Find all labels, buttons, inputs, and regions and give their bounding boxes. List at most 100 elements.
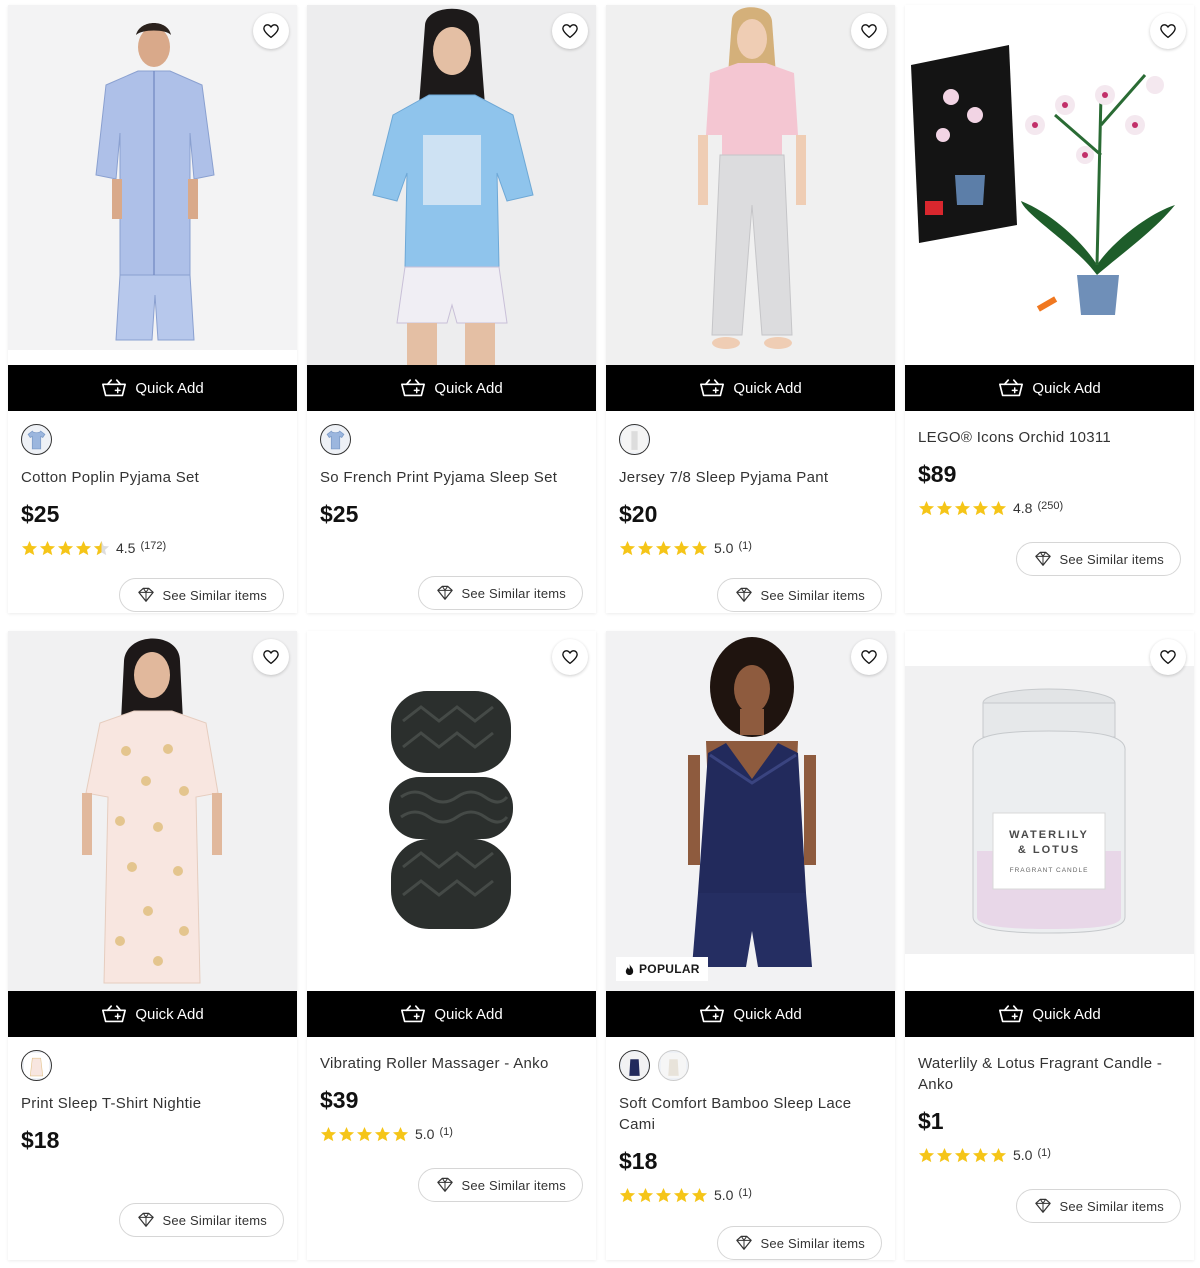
wishlist-button[interactable] [552, 13, 588, 49]
see-similar-label: See Similar items [1059, 1198, 1164, 1214]
wishlist-button[interactable] [851, 13, 887, 49]
rating-value: 5.0 [1013, 1147, 1033, 1163]
diamond-icon [734, 1235, 754, 1251]
wishlist-button[interactable] [552, 639, 588, 675]
product-card[interactable]: WATERLILY & LOTUS FRAGRANT CANDLE Quick … [905, 631, 1194, 1260]
star-icon [990, 500, 1007, 517]
review-count: (1) [1037, 1147, 1051, 1159]
rating-value: 4.8 [1013, 500, 1033, 516]
review-count: (250) [1037, 500, 1064, 512]
product-image[interactable] [307, 631, 596, 991]
diamond-icon [136, 587, 156, 603]
product-card[interactable]: Quick Add Vibrating Roller Massager - An… [307, 631, 596, 1260]
candle-label-line3: FRAGRANT CANDLE [1010, 867, 1089, 874]
see-similar-button[interactable]: See Similar items [119, 1203, 284, 1237]
product-name[interactable]: Print Sleep T-Shirt Nightie [21, 1093, 284, 1114]
product-image[interactable] [307, 5, 596, 365]
color-swatch[interactable] [21, 1050, 52, 1081]
quick-add-label: Quick Add [135, 379, 204, 397]
see-similar-button[interactable]: See Similar items [418, 576, 583, 610]
color-swatch[interactable] [619, 1050, 650, 1081]
star-icon [936, 1147, 953, 1164]
color-swatch[interactable] [21, 424, 52, 455]
product-card[interactable]: POPULAR Quick Add Soft Comfort Bamboo Sl… [606, 631, 895, 1260]
color-swatch[interactable] [658, 1050, 689, 1081]
wishlist-button[interactable] [851, 639, 887, 675]
basket-icon [998, 1004, 1024, 1024]
star-icon [954, 500, 971, 517]
product-image[interactable] [905, 5, 1194, 365]
star-icon [673, 1187, 690, 1204]
heart-icon [262, 22, 280, 40]
review-count: (1) [738, 1187, 752, 1199]
see-similar-label: See Similar items [760, 1235, 865, 1251]
product-image[interactable]: POPULAR [606, 631, 895, 991]
heart-icon [1159, 648, 1177, 666]
rating: 4.5 (172) [21, 538, 284, 558]
star-icon [392, 1126, 409, 1143]
product-card[interactable]: Quick Add LEGO® Icons Orchid 10311 $89 4… [905, 5, 1194, 613]
star-icon [619, 1187, 636, 1204]
product-card[interactable]: Quick Add Cotton Poplin Pyjama Set $25 4… [8, 5, 297, 613]
see-similar-button[interactable]: See Similar items [1016, 1189, 1181, 1223]
quick-add-label: Quick Add [434, 1005, 503, 1023]
product-card[interactable]: Quick Add Print Sleep T-Shirt Nightie $1… [8, 631, 297, 1260]
swatch-thumbnail [622, 427, 647, 452]
star-icon [936, 500, 953, 517]
see-similar-button[interactable]: See Similar items [119, 578, 284, 612]
product-price: $20 [619, 501, 658, 527]
quick-add-button[interactable]: Quick Add [307, 991, 596, 1037]
product-image[interactable]: WATERLILY & LOTUS FRAGRANT CANDLE [905, 631, 1194, 991]
color-swatch[interactable] [320, 424, 351, 455]
heart-icon [561, 648, 579, 666]
star-rating [320, 1126, 409, 1143]
star-icon [619, 540, 636, 557]
quick-add-button[interactable]: Quick Add [905, 365, 1194, 411]
see-similar-button[interactable]: See Similar items [418, 1168, 583, 1202]
see-similar-label: See Similar items [1059, 551, 1164, 567]
star-icon [39, 540, 56, 557]
see-similar-button[interactable]: See Similar items [717, 1226, 882, 1260]
wishlist-button[interactable] [253, 13, 289, 49]
product-name[interactable]: Cotton Poplin Pyjama Set [21, 467, 284, 488]
product-name[interactable]: Jersey 7/8 Sleep Pyjama Pant [619, 467, 882, 488]
candle-label-line2: & LOTUS [1018, 844, 1080, 856]
quick-add-button[interactable]: Quick Add [905, 991, 1194, 1037]
nightie-photo [8, 631, 297, 991]
see-similar-button[interactable]: See Similar items [1016, 542, 1181, 576]
rating-value: 5.0 [714, 540, 734, 556]
product-name[interactable]: LEGO® Icons Orchid 10311 [918, 427, 1181, 448]
wishlist-button[interactable] [1150, 639, 1186, 675]
star-icon [972, 500, 989, 517]
product-image[interactable] [606, 5, 895, 365]
see-similar-label: See Similar items [461, 1177, 566, 1193]
wishlist-button[interactable] [1150, 13, 1186, 49]
quick-add-button[interactable]: Quick Add [8, 991, 297, 1037]
star-rating [918, 1147, 1007, 1164]
see-similar-button[interactable]: See Similar items [717, 578, 882, 612]
quick-add-button[interactable]: Quick Add [606, 365, 895, 411]
product-name[interactable]: So French Print Pyjama Sleep Set [320, 467, 583, 488]
product-image[interactable] [8, 631, 297, 991]
star-icon [990, 1147, 1007, 1164]
quick-add-button[interactable]: Quick Add [307, 365, 596, 411]
heart-icon [860, 648, 878, 666]
quick-add-button[interactable]: Quick Add [8, 365, 297, 411]
color-swatch[interactable] [619, 424, 650, 455]
product-name[interactable]: Waterlily & Lotus Fragrant Candle - Anko [918, 1053, 1181, 1095]
product-card[interactable]: Quick Add So French Print Pyjama Sleep S… [307, 5, 596, 613]
product-price: $18 [619, 1148, 658, 1174]
product-card[interactable]: Quick Add Jersey 7/8 Sleep Pyjama Pant $… [606, 5, 895, 613]
product-price: $1 [918, 1108, 944, 1134]
product-price: $25 [320, 501, 359, 527]
wishlist-button[interactable] [253, 639, 289, 675]
product-name[interactable]: Vibrating Roller Massager - Anko [320, 1053, 583, 1074]
review-count: (172) [140, 540, 167, 552]
quick-add-button[interactable]: Quick Add [606, 991, 895, 1037]
product-name[interactable]: Soft Comfort Bamboo Sleep Lace Cami [619, 1093, 882, 1135]
star-icon [338, 1126, 355, 1143]
product-image[interactable] [8, 5, 297, 350]
swatch-thumbnail [24, 1053, 49, 1078]
basket-icon [699, 1004, 725, 1024]
basket-icon [400, 1004, 426, 1024]
